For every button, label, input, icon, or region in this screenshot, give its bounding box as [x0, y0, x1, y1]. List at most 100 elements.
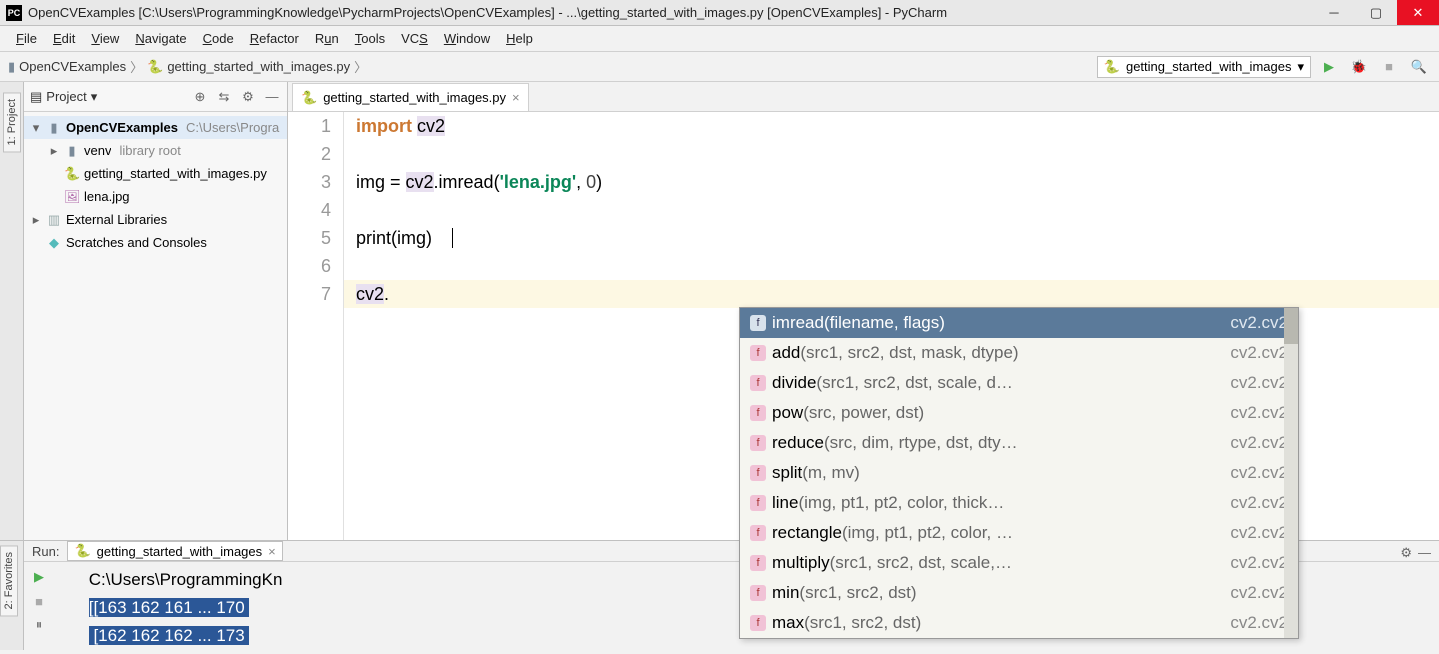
folder-icon: ▮: [46, 120, 62, 136]
minimize-button[interactable]: ─: [1313, 0, 1355, 25]
tree-venv[interactable]: ▸ ▮ venv library root: [24, 139, 287, 162]
menu-vcs[interactable]: VCS: [393, 26, 436, 51]
run-button[interactable]: ▶: [1317, 55, 1341, 79]
run-left-stripe: 2: Favorites: [0, 541, 24, 650]
autocomplete-item[interactable]: fimread(filename, flags)cv2.cv2: [740, 308, 1298, 338]
locate-icon[interactable]: ⊕: [191, 89, 209, 105]
autocomplete-popup: fimread(filename, flags)cv2.cv2fadd(src1…: [739, 307, 1299, 639]
breadcrumb: ▮ OpenCVExamples 〉 🐍 getting_started_wit…: [8, 57, 1097, 76]
popup-scrollbar[interactable]: [1284, 308, 1298, 638]
breadcrumb-file-label: getting_started_with_images.py: [167, 59, 350, 74]
function-icon: f: [750, 405, 766, 421]
autocomplete-item[interactable]: frectangle(img, pt1, pt2, color, …cv2.cv…: [740, 518, 1298, 548]
menu-run[interactable]: Run: [307, 26, 347, 51]
stop-button[interactable]: ■: [1377, 55, 1401, 79]
collapse-icon[interactable]: ⇆: [215, 89, 233, 105]
window-title: OpenCVExamples [C:\Users\ProgrammingKnow…: [28, 5, 1313, 20]
autocomplete-item[interactable]: fadd(src1, src2, dst, mask, dtype)cv2.cv…: [740, 338, 1298, 368]
project-panel-header: ▤ Project ▾ ⊕ ⇆ ⚙ —: [24, 82, 287, 112]
titlebar: PC OpenCVExamples [C:\Users\ProgrammingK…: [0, 0, 1439, 26]
hide-icon[interactable]: —: [263, 89, 281, 104]
autocomplete-item[interactable]: freduce(src, dim, rtype, dst, dty…cv2.cv…: [740, 428, 1298, 458]
folder-icon: ▮: [8, 59, 15, 75]
run-config-label: getting_started_with_images: [1126, 59, 1292, 74]
run-tab[interactable]: 🐍 getting_started_with_images ×: [67, 541, 282, 561]
tree-file-py[interactable]: 🐍 getting_started_with_images.py: [24, 162, 287, 185]
pause-button[interactable]: ⏸: [28, 614, 50, 636]
editor-tab-label: getting_started_with_images.py: [323, 90, 506, 105]
menu-window[interactable]: Window: [436, 26, 498, 51]
project-panel-title[interactable]: ▤ Project ▾: [30, 89, 97, 105]
search-everywhere-button[interactable]: 🔍: [1407, 55, 1431, 79]
breadcrumb-file[interactable]: 🐍 getting_started_with_images.py 〉: [147, 57, 367, 76]
run-label: Run:: [32, 544, 59, 559]
autocomplete-item[interactable]: fmin(src1, src2, dst)cv2.cv2: [740, 578, 1298, 608]
scrollbar-thumb[interactable]: [1284, 308, 1298, 344]
function-icon: f: [750, 345, 766, 361]
autocomplete-item[interactable]: fsplit(m, mv)cv2.cv2: [740, 458, 1298, 488]
expand-icon[interactable]: ▸: [30, 212, 42, 228]
gear-icon[interactable]: ⚙: [239, 89, 257, 105]
menu-code[interactable]: Code: [195, 26, 242, 51]
menu-view[interactable]: View: [83, 26, 127, 51]
function-icon: f: [750, 435, 766, 451]
tree-root[interactable]: ▾ ▮ OpenCVExamples C:\Users\Progra: [24, 116, 287, 139]
debug-button[interactable]: 🐞: [1347, 55, 1371, 79]
tree-external-libs[interactable]: ▸ ▥ External Libraries: [24, 208, 287, 231]
folder-icon: ▮: [64, 143, 80, 159]
gear-icon[interactable]: ⚙: [1400, 545, 1412, 561]
project-tree: ▾ ▮ OpenCVExamples C:\Users\Progra ▸ ▮ v…: [24, 112, 287, 258]
tree-file-image[interactable]: 🖼 lena.jpg: [24, 185, 287, 208]
editor-tabbar: 🐍 getting_started_with_images.py ×: [288, 82, 1439, 112]
menu-refactor[interactable]: Refactor: [242, 26, 307, 51]
python-file-icon: 🐍: [147, 59, 163, 75]
python-file-icon: 🐍: [74, 543, 90, 559]
menu-edit[interactable]: Edit: [45, 26, 83, 51]
menu-help[interactable]: Help: [498, 26, 541, 51]
image-file-icon: 🖼: [64, 189, 80, 205]
autocomplete-item[interactable]: fpow(src, power, dst)cv2.cv2: [740, 398, 1298, 428]
close-tab-icon[interactable]: ×: [512, 90, 520, 105]
function-icon: f: [750, 615, 766, 631]
maximize-button[interactable]: ▢: [1355, 0, 1397, 25]
close-button[interactable]: ✕: [1397, 0, 1439, 25]
chevron-down-icon: ▾: [91, 89, 98, 105]
chevron-right-icon: 〉: [354, 57, 367, 76]
app-icon: PC: [6, 5, 22, 21]
menu-tools[interactable]: Tools: [347, 26, 393, 51]
toolbar-right: 🐍 getting_started_with_images ▾ ▶ 🐞 ■ 🔍: [1097, 55, 1431, 79]
editor-tab[interactable]: 🐍 getting_started_with_images.py ×: [292, 83, 529, 111]
autocomplete-item[interactable]: fmultiply(src1, src2, dst, scale,…cv2.cv…: [740, 548, 1298, 578]
project-icon: ▤: [30, 89, 42, 105]
library-icon: ▥: [46, 212, 62, 228]
hide-icon[interactable]: —: [1418, 545, 1431, 561]
menu-navigate[interactable]: Navigate: [127, 26, 194, 51]
autocomplete-item[interactable]: fmax(src1, src2, dst)cv2.cv2: [740, 608, 1298, 638]
scratch-icon: ◆: [46, 235, 62, 251]
run-config-selector[interactable]: 🐍 getting_started_with_images ▾: [1097, 56, 1311, 78]
navbar: ▮ OpenCVExamples 〉 🐍 getting_started_wit…: [0, 52, 1439, 82]
run-side-buttons: ▶ ■ ⏸: [24, 562, 84, 654]
expand-icon[interactable]: ▾: [30, 120, 42, 136]
breadcrumb-project[interactable]: ▮ OpenCVExamples 〉: [8, 57, 143, 76]
close-run-tab-icon[interactable]: ×: [268, 544, 276, 559]
stop-run-button[interactable]: ■: [28, 590, 50, 612]
stripe-favorites[interactable]: 2: Favorites: [0, 545, 18, 616]
function-icon: f: [750, 375, 766, 391]
function-icon: f: [750, 495, 766, 511]
function-icon: f: [750, 525, 766, 541]
stripe-project[interactable]: 1: Project: [3, 92, 21, 152]
breadcrumb-project-label: OpenCVExamples: [19, 59, 126, 74]
tree-scratches[interactable]: ◆ Scratches and Consoles: [24, 231, 287, 254]
autocomplete-item[interactable]: fline(img, pt1, pt2, color, thick…cv2.cv…: [740, 488, 1298, 518]
function-icon: f: [750, 585, 766, 601]
chevron-right-icon: 〉: [130, 57, 143, 76]
expand-icon[interactable]: ▸: [48, 143, 60, 159]
function-icon: f: [750, 315, 766, 331]
python-file-icon: 🐍: [1104, 59, 1120, 75]
chevron-down-icon: ▾: [1297, 59, 1304, 75]
autocomplete-item[interactable]: fdivide(src1, src2, dst, scale, d…cv2.cv…: [740, 368, 1298, 398]
function-icon: f: [750, 465, 766, 481]
rerun-button[interactable]: ▶: [28, 566, 50, 588]
menu-file[interactable]: File: [8, 26, 45, 51]
